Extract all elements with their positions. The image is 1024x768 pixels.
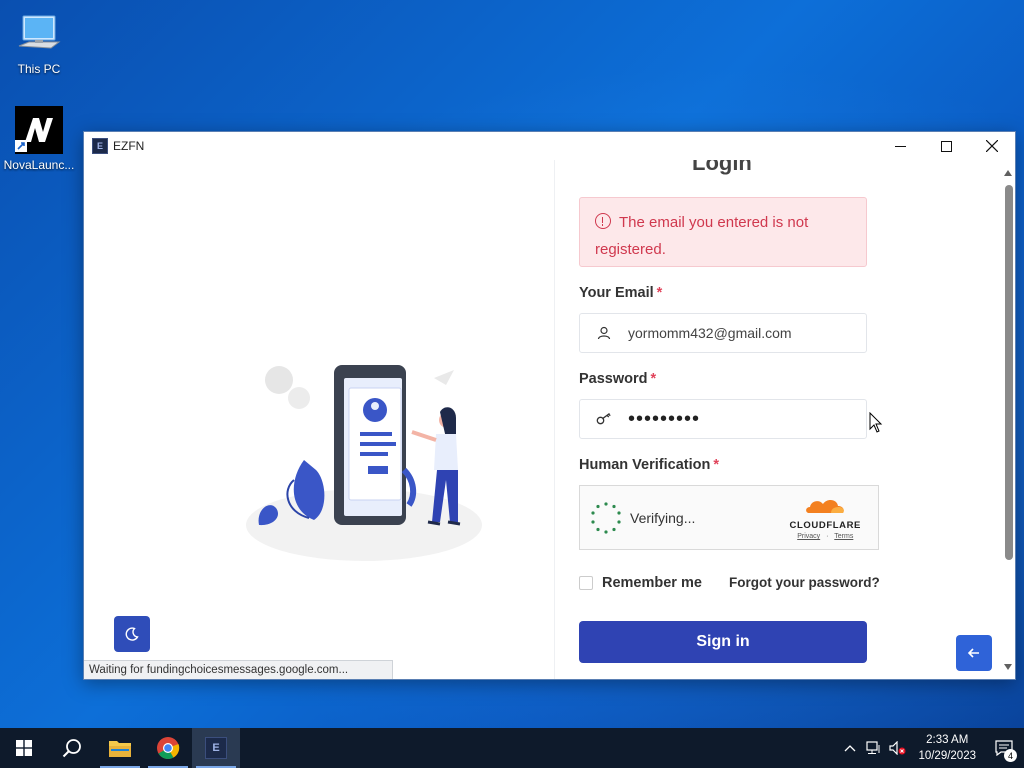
chevron-up-icon bbox=[844, 745, 856, 752]
maximize-icon bbox=[940, 140, 952, 152]
chrome-button[interactable] bbox=[144, 728, 192, 768]
alert-message: The email you entered is not registered. bbox=[595, 214, 809, 258]
password-label: Password * bbox=[579, 371, 657, 387]
link-separator: · bbox=[826, 533, 829, 540]
file-explorer-button[interactable] bbox=[96, 728, 144, 768]
system-tray: 2:33 AM 10/29/2023 4 bbox=[838, 728, 1024, 768]
scroll-up-arrow[interactable] bbox=[1004, 170, 1012, 176]
cloudflare-cloud-icon bbox=[806, 500, 845, 513]
search-icon bbox=[62, 739, 81, 758]
error-alert: The email you entered is not registered. bbox=[579, 197, 867, 267]
mouse-cursor-icon bbox=[869, 412, 883, 433]
remember-label: Remember me bbox=[602, 575, 702, 591]
minimize-icon bbox=[894, 145, 906, 147]
sign-in-button[interactable]: Sign in bbox=[579, 621, 867, 663]
login-heading: Login bbox=[692, 160, 752, 175]
notification-count-badge: 4 bbox=[1004, 749, 1017, 762]
remember-checkbox[interactable] bbox=[579, 576, 593, 590]
info-circle-icon bbox=[595, 213, 611, 229]
close-icon bbox=[986, 140, 998, 152]
desktop-icon-this-pc[interactable]: This PC bbox=[1, 10, 77, 76]
search-button[interactable] bbox=[48, 728, 96, 768]
ezfn-taskbar-button[interactable]: E bbox=[192, 728, 240, 768]
desktop-icon-label: NovaLaunc... bbox=[3, 158, 75, 172]
remember-me[interactable]: Remember me bbox=[579, 575, 702, 591]
computer-icon bbox=[15, 10, 63, 58]
arrow-left-icon bbox=[967, 648, 979, 658]
email-value: yormomm432@gmail.com bbox=[628, 325, 792, 341]
window-title: EZFN bbox=[113, 139, 145, 153]
theme-toggle-button[interactable] bbox=[114, 616, 150, 652]
illustration-pane: Waiting for fundingchoicesmessages.googl… bbox=[84, 160, 554, 679]
user-icon bbox=[580, 326, 628, 340]
required-marker: * bbox=[656, 285, 663, 301]
title-bar[interactable]: E EZFN bbox=[84, 132, 1015, 160]
verification-label: Human Verification * bbox=[579, 457, 719, 473]
required-marker: * bbox=[650, 371, 657, 387]
desktop-icon-novalauncher[interactable]: NovaLaunc... bbox=[1, 106, 77, 172]
folder-icon bbox=[109, 741, 131, 757]
password-value: ••••••••• bbox=[628, 407, 701, 430]
login-illustration bbox=[246, 365, 482, 561]
windows-logo-icon bbox=[16, 740, 32, 756]
network-icon bbox=[866, 741, 880, 754]
start-button[interactable] bbox=[0, 728, 48, 768]
cloudflare-wordmark: CLOUDFLARE bbox=[789, 520, 861, 531]
taskbar: E 2:33 AM 10/29/2023 4 bbox=[0, 728, 1024, 768]
ezfn-icon: E bbox=[205, 737, 227, 759]
maximize-button[interactable] bbox=[923, 132, 969, 160]
privacy-link[interactable]: Privacy bbox=[797, 533, 820, 540]
password-field[interactable]: ••••••••• bbox=[579, 399, 867, 439]
novalauncher-icon bbox=[15, 106, 63, 154]
scroll-down-arrow[interactable] bbox=[1004, 664, 1012, 670]
volume-button[interactable] bbox=[886, 741, 910, 755]
back-button[interactable] bbox=[956, 635, 992, 671]
vertical-scrollbar[interactable] bbox=[1002, 160, 1015, 679]
pane-divider bbox=[554, 160, 555, 679]
email-field[interactable]: yormomm432@gmail.com bbox=[579, 313, 867, 353]
close-button[interactable] bbox=[969, 132, 1015, 160]
scroll-thumb[interactable] bbox=[1005, 185, 1013, 560]
verification-status: Verifying... bbox=[630, 509, 696, 526]
key-icon bbox=[580, 412, 628, 426]
cloudflare-brand: CLOUDFLARE Privacy · Terms bbox=[790, 495, 861, 540]
email-label: Your Email * bbox=[579, 285, 663, 301]
spinner-icon bbox=[591, 501, 621, 534]
minimize-button[interactable] bbox=[877, 132, 923, 160]
clock-date: 10/29/2023 bbox=[918, 750, 976, 762]
terms-link[interactable]: Terms bbox=[834, 533, 853, 540]
desktop-icon-label: This PC bbox=[17, 62, 61, 76]
app-icon: E bbox=[92, 138, 108, 154]
show-hidden-icons-button[interactable] bbox=[838, 744, 862, 752]
forgot-password-link[interactable]: Forgot your password? bbox=[729, 575, 880, 590]
browser-status-bar: Waiting for fundingchoicesmessages.googl… bbox=[84, 660, 393, 679]
cloudflare-turnstile[interactable]: Verifying... CLOUDFLARE Privacy · Terms bbox=[579, 485, 879, 550]
chrome-icon bbox=[157, 737, 180, 759]
moon-icon bbox=[125, 627, 139, 641]
action-center-button[interactable]: 4 bbox=[984, 740, 1024, 762]
clock-time: 2:33 AM bbox=[926, 734, 969, 746]
ezfn-window: E EZFN Waiting for fundingchoicesmessage… bbox=[83, 131, 1016, 680]
clock[interactable]: 2:33 AM 10/29/2023 bbox=[910, 732, 984, 764]
required-marker: * bbox=[713, 457, 719, 473]
volume-muted-icon bbox=[889, 741, 906, 755]
network-button[interactable] bbox=[862, 741, 886, 755]
